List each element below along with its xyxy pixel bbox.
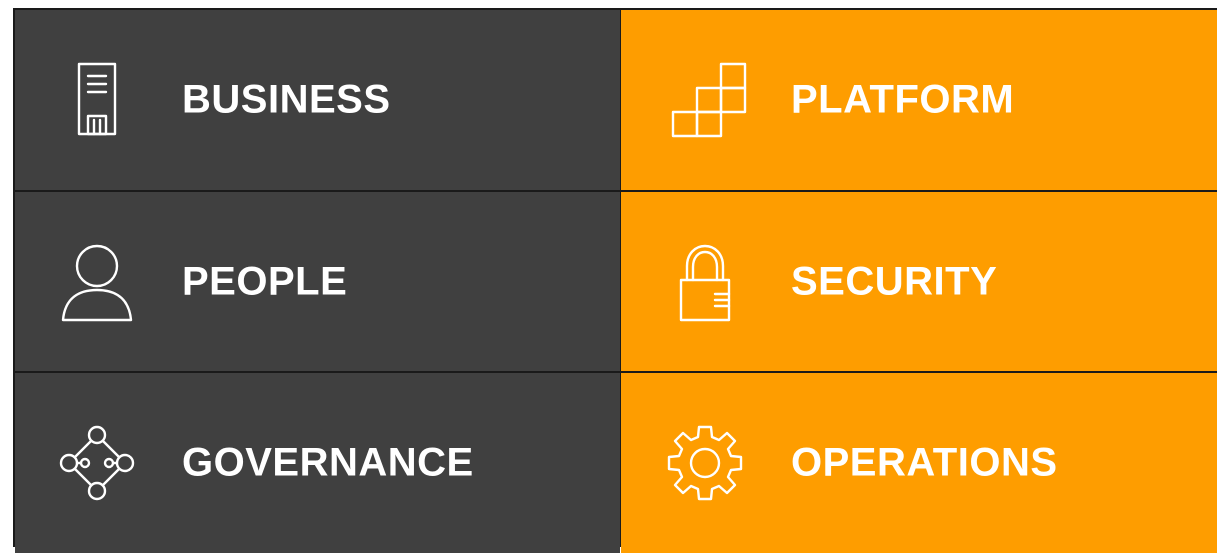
tile-label-governance: GOVERNANCE <box>182 440 474 485</box>
tile-platform[interactable]: PLATFORM <box>621 10 1217 190</box>
network-icon <box>51 417 143 509</box>
tile-operations[interactable]: OPERATIONS <box>621 373 1217 553</box>
tile-label-people: PEOPLE <box>182 259 348 303</box>
person-icon <box>51 236 143 328</box>
tile-business[interactable]: BUSINESS <box>15 10 620 190</box>
tile-label-operations: OPERATIONS <box>791 440 1058 485</box>
lock-icon <box>659 236 751 328</box>
capability-grid: BUSINESS PLATFORM PEOPLE SECURITY GOVERN… <box>13 8 1217 553</box>
tile-label-business: BUSINESS <box>182 77 391 122</box>
gear-icon <box>659 417 751 509</box>
tile-people[interactable]: PEOPLE <box>15 192 620 371</box>
blocks-icon <box>659 54 751 146</box>
building-icon <box>51 54 143 146</box>
tile-label-security: SECURITY <box>791 259 998 303</box>
tile-governance[interactable]: GOVERNANCE <box>15 373 620 553</box>
tile-label-platform: PLATFORM <box>791 77 1015 122</box>
tile-security[interactable]: SECURITY <box>621 192 1217 371</box>
